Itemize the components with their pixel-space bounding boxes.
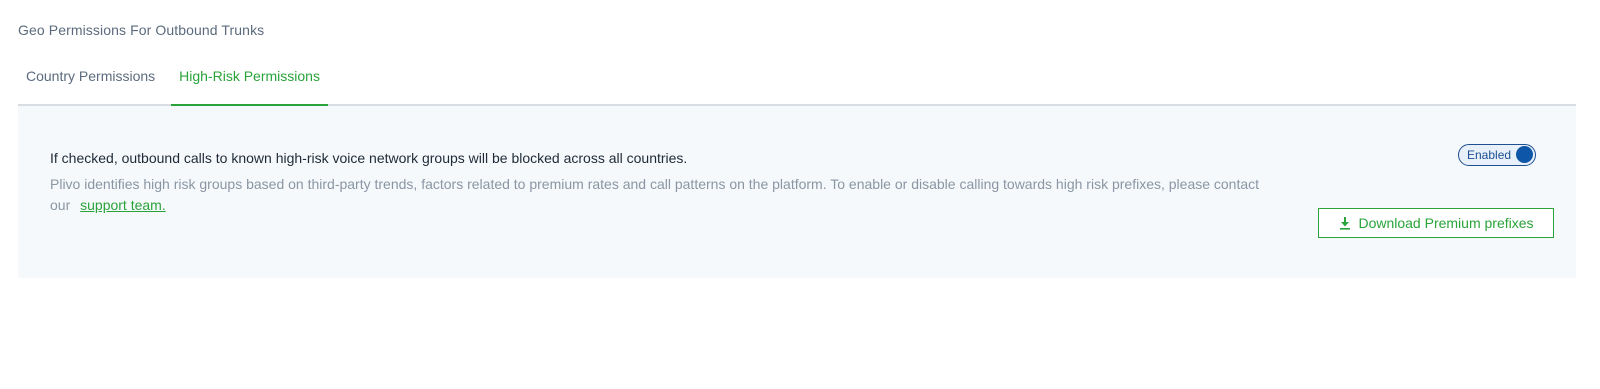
page: Geo Permissions For Outbound Trunks Coun… [0,0,1600,389]
description-text: Plivo identifies high risk groups based … [50,176,1260,213]
support-team-link[interactable]: support team. [80,197,166,213]
high-risk-toggle[interactable]: Enabled [1458,144,1536,166]
high-risk-panel: If checked, outbound calls to known high… [18,106,1576,278]
tab-country-permissions[interactable]: Country Permissions [18,58,163,104]
toggle-label: Enabled [1467,148,1512,162]
download-icon [1338,216,1352,230]
tab-high-risk-permissions[interactable]: High-Risk Permissions [171,58,328,106]
high-risk-description: Plivo identifies high risk groups based … [50,174,1280,216]
download-premium-prefixes-button[interactable]: Download Premium prefixes [1318,208,1554,238]
section-title: Geo Permissions For Outbound Trunks [18,22,265,38]
permissions-tabs: Country Permissions High-Risk Permission… [18,58,1576,106]
download-button-label: Download Premium prefixes [1358,215,1534,231]
high-risk-headline: If checked, outbound calls to known high… [50,150,688,166]
toggle-knob [1516,146,1533,163]
